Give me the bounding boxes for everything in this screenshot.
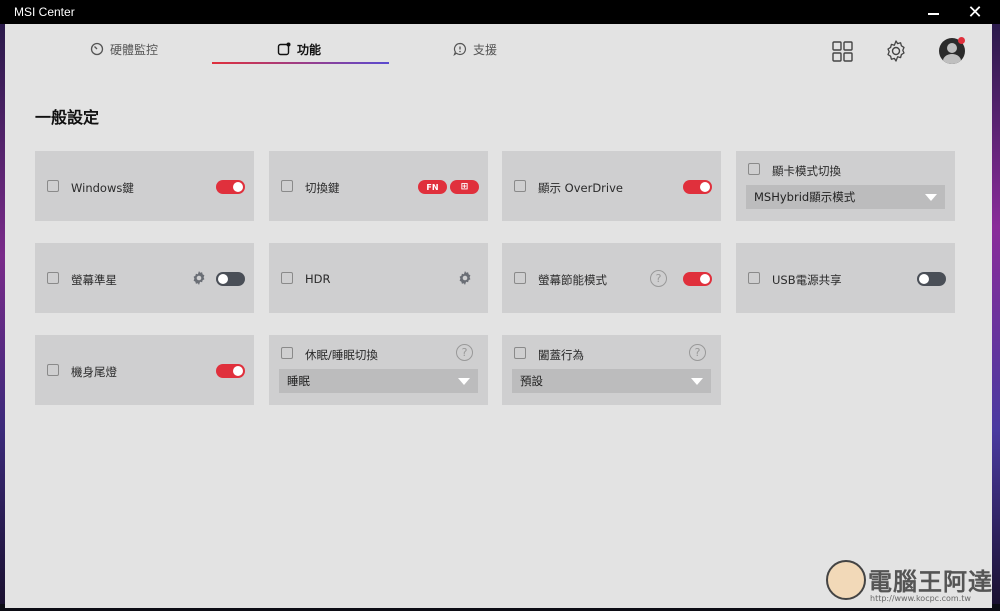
- sleep-switch-select[interactable]: 睡眠: [279, 369, 478, 393]
- screen-saving-icon: [514, 272, 526, 284]
- card-tail-light: 機身尾燈: [35, 335, 254, 405]
- tab-features[interactable]: 功能: [277, 34, 321, 64]
- page-title: 一般設定: [35, 108, 100, 127]
- card-sleep-switch: 休眠/睡眠切換 ? 睡眠: [269, 335, 488, 405]
- app-window: 硬體監控 功能 支援 一般設定 Windows鍵 切換鍵 FN ⊞ 顯示 Ove…: [5, 24, 992, 608]
- crosshair-toggle[interactable]: [216, 272, 245, 286]
- overdrive-icon: [514, 180, 526, 192]
- windows-key-toggle[interactable]: [216, 180, 245, 194]
- window-title: MSI Center: [14, 5, 75, 19]
- card-gpu-mode: 顯卡模式切換 MSHybrid顯示模式: [736, 151, 955, 221]
- minimize-button[interactable]: [912, 0, 954, 24]
- gauge-icon: [90, 42, 104, 56]
- overdrive-label: 顯示 OverDrive: [538, 181, 623, 195]
- windows-glyph-button[interactable]: ⊞: [450, 180, 479, 194]
- gpu-mode-icon: [748, 163, 760, 175]
- sleep-switch-help-icon[interactable]: ?: [456, 344, 473, 361]
- minimize-icon: [927, 13, 939, 15]
- tab-support[interactable]: 支援: [453, 34, 497, 64]
- tab-hardware-monitor-label: 硬體監控: [110, 42, 159, 57]
- hdr-icon: [281, 272, 293, 284]
- card-overdrive: 顯示 OverDrive: [502, 151, 721, 221]
- gpu-mode-select[interactable]: MSHybrid顯示模式: [746, 185, 945, 209]
- card-lid-action: 闔蓋行為 ? 預設: [502, 335, 721, 405]
- usb-power-icon: [748, 272, 760, 284]
- crosshair-settings-gear-icon[interactable]: [191, 270, 207, 286]
- gpu-mode-label: 顯卡模式切換: [772, 164, 841, 178]
- card-screen-saving: 螢幕節能模式 ?: [502, 243, 721, 313]
- lid-action-selected: 預設: [520, 374, 543, 388]
- windows-key-label: Windows鍵: [71, 181, 134, 195]
- gpu-mode-selected: MSHybrid顯示模式: [754, 190, 856, 204]
- support-icon: [453, 42, 466, 56]
- card-usb-power: USB電源共享: [736, 243, 955, 313]
- top-navigation: 硬體監控 功能 支援: [5, 24, 992, 68]
- active-tab-indicator: [212, 62, 389, 64]
- watermark-text: 電腦王阿達: [868, 568, 993, 596]
- avatar-head: [947, 43, 957, 53]
- notification-dot: [958, 37, 965, 44]
- lid-action-icon: [514, 347, 526, 359]
- sleep-switch-icon: [281, 347, 293, 359]
- tab-features-label: 功能: [297, 42, 322, 57]
- lid-action-label: 闔蓋行為: [538, 348, 584, 362]
- chevron-down-icon: [691, 378, 703, 385]
- card-windows-key: Windows鍵: [35, 151, 254, 221]
- screen-saving-label: 螢幕節能模式: [538, 273, 607, 287]
- hdr-settings-gear-icon[interactable]: [457, 270, 473, 286]
- title-bar: MSI Center ✕: [0, 0, 1000, 24]
- sleep-switch-label: 休眠/睡眠切換: [305, 348, 378, 362]
- lid-action-help-icon[interactable]: ?: [689, 344, 706, 361]
- tail-light-icon: [47, 364, 59, 376]
- grid-icon[interactable]: [831, 40, 855, 64]
- feature-icon: [277, 42, 291, 56]
- tail-light-toggle[interactable]: [216, 364, 245, 378]
- tab-support-label: 支援: [473, 42, 498, 57]
- chevron-down-icon: [458, 378, 470, 385]
- watermark-url: http://www.kocpc.com.tw: [870, 594, 971, 603]
- switch-key-icon: [281, 180, 293, 192]
- usb-power-label: USB電源共享: [772, 273, 842, 287]
- overdrive-toggle[interactable]: [683, 180, 712, 194]
- lid-action-select[interactable]: 預設: [512, 369, 711, 393]
- card-switch-key: 切換鍵 FN ⊞: [269, 151, 488, 221]
- settings-gear-icon[interactable]: [884, 39, 908, 63]
- usb-power-toggle[interactable]: [917, 272, 946, 286]
- mascot-face-icon: [826, 560, 866, 600]
- avatar-body: [943, 54, 961, 64]
- crosshair-icon: [47, 272, 59, 284]
- fn-key-button[interactable]: FN: [418, 180, 447, 194]
- windows-key-icon: [47, 180, 59, 192]
- tail-light-label: 機身尾燈: [71, 365, 117, 379]
- sleep-switch-selected: 睡眠: [287, 374, 310, 388]
- watermark: 電腦王阿達 http://www.kocpc.com.tw: [826, 560, 996, 608]
- right-edge-glow: [992, 24, 1000, 604]
- chevron-down-icon: [925, 194, 937, 201]
- tab-hardware-monitor[interactable]: 硬體監控: [90, 34, 158, 64]
- close-button[interactable]: ✕: [954, 0, 996, 24]
- switch-key-label: 切換鍵: [305, 181, 340, 195]
- screen-saving-help-icon[interactable]: ?: [650, 270, 667, 287]
- screen-saving-toggle[interactable]: [683, 272, 712, 286]
- hdr-label: HDR: [305, 272, 331, 286]
- card-crosshair: 螢幕準星: [35, 243, 254, 313]
- card-hdr: HDR: [269, 243, 488, 313]
- crosshair-label: 螢幕準星: [71, 273, 117, 287]
